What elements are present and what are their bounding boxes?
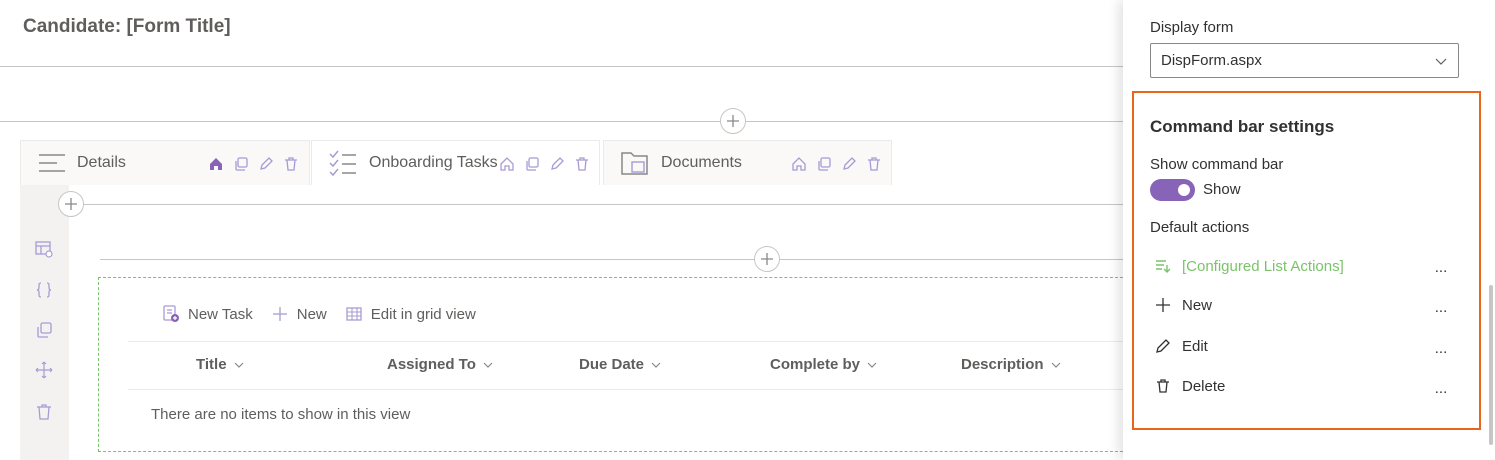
- edit-icon[interactable]: [256, 154, 276, 174]
- home-icon[interactable]: [497, 154, 517, 174]
- configured-list-actions-more-button[interactable]: ...: [1433, 257, 1449, 277]
- form-title: Candidate: [Form Title]: [23, 16, 231, 37]
- action-delete[interactable]: Delete: [1154, 374, 1454, 398]
- column-header-due-date[interactable]: Due Date: [579, 356, 662, 373]
- command-bar-settings-title: Command bar settings: [1150, 117, 1335, 136]
- delete-icon[interactable]: [572, 154, 592, 174]
- chevron-down-icon: [483, 362, 493, 368]
- plus-icon: [272, 307, 287, 321]
- chevron-down-icon: [867, 362, 877, 368]
- chevron-down-icon: [234, 362, 244, 368]
- action-new[interactable]: New: [1154, 293, 1454, 317]
- edit-icon: [1154, 337, 1172, 355]
- home-icon[interactable]: [789, 154, 809, 174]
- plus-icon: [727, 115, 739, 127]
- column-header-assigned-to[interactable]: Assigned To: [387, 356, 494, 373]
- edit-in-grid-view-label: Edit in grid view: [370, 305, 476, 323]
- new-label: New: [296, 305, 327, 323]
- home-icon[interactable]: [206, 154, 226, 174]
- list-header-top-border: [128, 341, 1123, 342]
- delete-icon[interactable]: [34, 402, 54, 422]
- display-form-label: Display form: [1150, 19, 1234, 36]
- plus-icon: [65, 198, 77, 210]
- folder-documents-icon: [620, 149, 650, 177]
- tab-onboarding-tasks[interactable]: Onboarding Tasks: [311, 140, 600, 185]
- column-header-title[interactable]: Title: [196, 356, 245, 373]
- section-add-divider: [100, 259, 1123, 260]
- list-command-bar: New Task New Edit in grid view: [162, 305, 476, 323]
- header-divider: [0, 66, 1123, 67]
- move-icon[interactable]: [34, 360, 54, 380]
- action-configured-list-actions[interactable]: [Configured List Actions]: [1154, 254, 1454, 278]
- show-command-bar-label: Show command bar: [1150, 156, 1284, 173]
- delete-action-more-button[interactable]: ...: [1433, 378, 1449, 398]
- chevron-down-icon: [1051, 362, 1060, 368]
- edit-in-grid-view-button[interactable]: Edit in grid view: [345, 305, 476, 323]
- panel-scrollbar[interactable]: [1489, 285, 1493, 445]
- action-edit-label: Edit: [1182, 337, 1208, 355]
- add-section-button[interactable]: [58, 191, 84, 217]
- edit-icon[interactable]: [547, 154, 567, 174]
- copy-icon[interactable]: [231, 154, 251, 174]
- action-edit[interactable]: Edit: [1154, 334, 1454, 358]
- tab-details-label: Details: [77, 154, 126, 171]
- display-form-value: DispForm.aspx: [1161, 52, 1262, 69]
- list-actions-icon: [1154, 257, 1172, 275]
- column-header-description[interactable]: Description: [961, 356, 1062, 373]
- new-action-more-button[interactable]: ...: [1433, 297, 1449, 317]
- form-designer: Candidate: [Form Title] Details Onboardi…: [0, 0, 1495, 460]
- action-delete-label: Delete: [1182, 377, 1226, 395]
- tab-details[interactable]: Details: [20, 140, 310, 185]
- default-actions-label: Default actions: [1150, 219, 1250, 236]
- toggle-state-label: Show: [1203, 181, 1241, 198]
- empty-list-message: There are no items to show in this view: [151, 406, 411, 423]
- tab-content-divider: [82, 204, 1123, 205]
- list-header-bottom-border: [128, 389, 1123, 390]
- grid-icon: [346, 307, 362, 321]
- tab-documents-label: Documents: [661, 154, 742, 171]
- add-column-button[interactable]: [754, 246, 780, 272]
- edit-icon[interactable]: [839, 154, 859, 174]
- delete-icon[interactable]: [864, 154, 884, 174]
- column-header-complete-by[interactable]: Complete by: [770, 356, 878, 373]
- copy-icon[interactable]: [814, 154, 834, 174]
- copy-icon[interactable]: [34, 320, 54, 340]
- checklist-icon: [328, 149, 358, 177]
- new-button[interactable]: New: [271, 305, 327, 323]
- tab-add-divider: [0, 121, 1123, 122]
- code-braces-icon[interactable]: [34, 280, 54, 300]
- show-command-bar-toggle[interactable]: [1150, 179, 1195, 201]
- action-configured-list-actions-label: [Configured List Actions]: [1182, 257, 1344, 275]
- plus-icon: [1154, 296, 1172, 314]
- copy-icon[interactable]: [522, 154, 542, 174]
- delete-icon: [1154, 377, 1172, 395]
- tab-onboarding-tasks-label: Onboarding Tasks: [369, 154, 498, 171]
- chevron-down-icon: [1435, 58, 1447, 65]
- add-tab-button[interactable]: [720, 108, 746, 134]
- action-new-label: New: [1182, 296, 1213, 314]
- tab-documents[interactable]: Documents: [603, 140, 892, 185]
- new-task-icon: [163, 305, 179, 322]
- display-form-dropdown[interactable]: DispForm.aspx: [1150, 43, 1459, 78]
- chevron-down-icon: [651, 362, 661, 368]
- table-settings-icon[interactable]: [34, 239, 54, 259]
- settings-panel: Display form DispForm.aspx Command bar s…: [1123, 0, 1495, 460]
- plus-icon: [761, 253, 773, 265]
- details-lines-icon: [37, 149, 67, 177]
- toggle-knob: [1178, 184, 1190, 196]
- new-task-label: New Task: [188, 305, 253, 323]
- new-task-button[interactable]: New Task: [162, 305, 253, 323]
- edit-action-more-button[interactable]: ...: [1433, 338, 1449, 358]
- delete-icon[interactable]: [281, 154, 301, 174]
